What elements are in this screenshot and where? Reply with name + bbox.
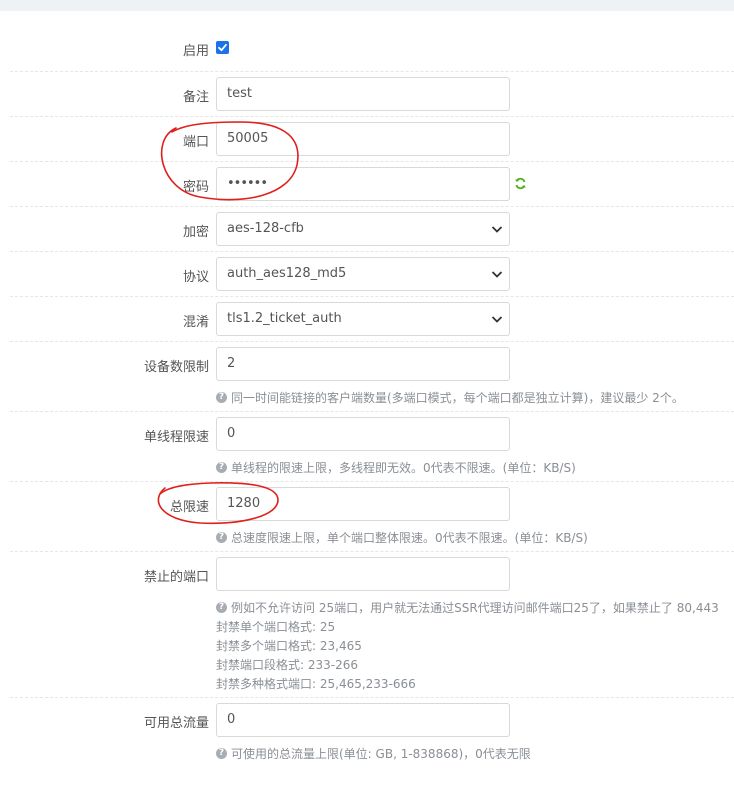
device-limit-label: 设备数限制 bbox=[143, 360, 209, 375]
port-label: 端口 bbox=[182, 135, 209, 150]
separator bbox=[10, 341, 734, 342]
blocked-ports-input[interactable] bbox=[216, 557, 510, 591]
thread-speed-label: 单线程限速 bbox=[143, 430, 209, 445]
obfs-label: 混淆 bbox=[182, 315, 209, 330]
separator bbox=[10, 481, 734, 482]
chevron-down-icon bbox=[491, 226, 503, 233]
separator bbox=[10, 71, 734, 72]
thread-speed-help-text: 单线程的限速上限，多线程即无效。0代表不限速。(单位：KB/S) bbox=[231, 461, 576, 475]
remark-label: 备注 bbox=[182, 90, 209, 105]
separator bbox=[10, 161, 734, 162]
blocked-ports-format-multiple: 封禁多个端口格式: 23,465 bbox=[216, 639, 362, 653]
total-speed-help-text: 总速度限速上限，单个端口整体限速。0代表不限速。(单位：KB/S) bbox=[231, 531, 588, 545]
traffic-help-text: 可使用的总流量上限(单位: GB, 1-838868)，0代表无限 bbox=[231, 747, 531, 761]
encryption-value: aes-128-cfb bbox=[227, 221, 304, 236]
blocked-ports-label: 禁止的端口 bbox=[143, 570, 209, 585]
encryption-label: 加密 bbox=[182, 225, 209, 240]
traffic-label: 可用总流量 bbox=[143, 716, 209, 731]
question-icon: ? bbox=[216, 602, 227, 613]
chevron-down-icon bbox=[491, 271, 503, 278]
question-icon: ? bbox=[216, 748, 227, 759]
blocked-ports-format-mixed: 封禁多种格式端口: 25,465,233-666 bbox=[216, 677, 416, 691]
traffic-help: ? 可使用的总流量上限(单位: GB, 1-838868)，0代表无限 bbox=[216, 745, 531, 762]
password-label: 密码 bbox=[182, 180, 209, 195]
blocked-ports-format-range: 封禁端口段格式: 233-266 bbox=[216, 658, 358, 672]
separator bbox=[10, 251, 734, 252]
device-limit-help: ? 同一时间能链接的客户端数量(多端口模式，每个端口都是独立计算)，建议最少 2… bbox=[216, 389, 684, 406]
question-icon: ? bbox=[216, 532, 227, 543]
thread-speed-input[interactable]: 0 bbox=[216, 417, 510, 451]
enable-checkbox[interactable] bbox=[216, 41, 229, 54]
blocked-ports-help: ? 例如不允许访问 25端口，用户就无法通过SSR代理访问邮件端口25了，如果禁… bbox=[216, 599, 734, 616]
question-icon: ? bbox=[216, 462, 227, 473]
separator bbox=[10, 551, 734, 552]
blocked-ports-help-text: 例如不允许访问 25端口，用户就无法通过SSR代理访问邮件端口25了，如果禁止了… bbox=[231, 601, 719, 615]
enable-label: 启用 bbox=[182, 44, 209, 59]
separator bbox=[10, 116, 734, 117]
protocol-select[interactable]: auth_aes128_md5 bbox=[216, 257, 510, 291]
password-input[interactable]: •••••• bbox=[216, 167, 510, 201]
separator bbox=[10, 411, 734, 412]
protocol-value: auth_aes128_md5 bbox=[227, 266, 347, 281]
encryption-select[interactable]: aes-128-cfb bbox=[216, 212, 510, 246]
refresh-icon[interactable] bbox=[514, 177, 527, 190]
top-bar bbox=[0, 0, 734, 11]
separator bbox=[10, 697, 734, 698]
obfs-value: tls1.2_ticket_auth bbox=[227, 311, 342, 326]
check-icon bbox=[218, 43, 227, 52]
total-speed-label: 总限速 bbox=[169, 500, 209, 515]
separator bbox=[10, 206, 734, 207]
protocol-label: 协议 bbox=[182, 270, 209, 285]
separator bbox=[10, 296, 734, 297]
question-icon: ? bbox=[216, 392, 227, 403]
remark-input[interactable]: test bbox=[216, 77, 510, 111]
obfs-select[interactable]: tls1.2_ticket_auth bbox=[216, 302, 510, 336]
blocked-ports-format-single: 封禁单个端口格式: 25 bbox=[216, 620, 336, 634]
traffic-input[interactable]: 0 bbox=[216, 703, 510, 737]
chevron-down-icon bbox=[491, 316, 503, 323]
total-speed-input[interactable]: 1280 bbox=[216, 487, 510, 521]
thread-speed-help: ? 单线程的限速上限，多线程即无效。0代表不限速。(单位：KB/S) bbox=[216, 459, 576, 476]
device-limit-input[interactable]: 2 bbox=[216, 347, 510, 381]
device-limit-help-text: 同一时间能链接的客户端数量(多端口模式，每个端口都是独立计算)，建议最少 2个。 bbox=[231, 391, 684, 405]
port-input[interactable]: 50005 bbox=[216, 122, 510, 156]
total-speed-help: ? 总速度限速上限，单个端口整体限速。0代表不限速。(单位：KB/S) bbox=[216, 529, 588, 546]
